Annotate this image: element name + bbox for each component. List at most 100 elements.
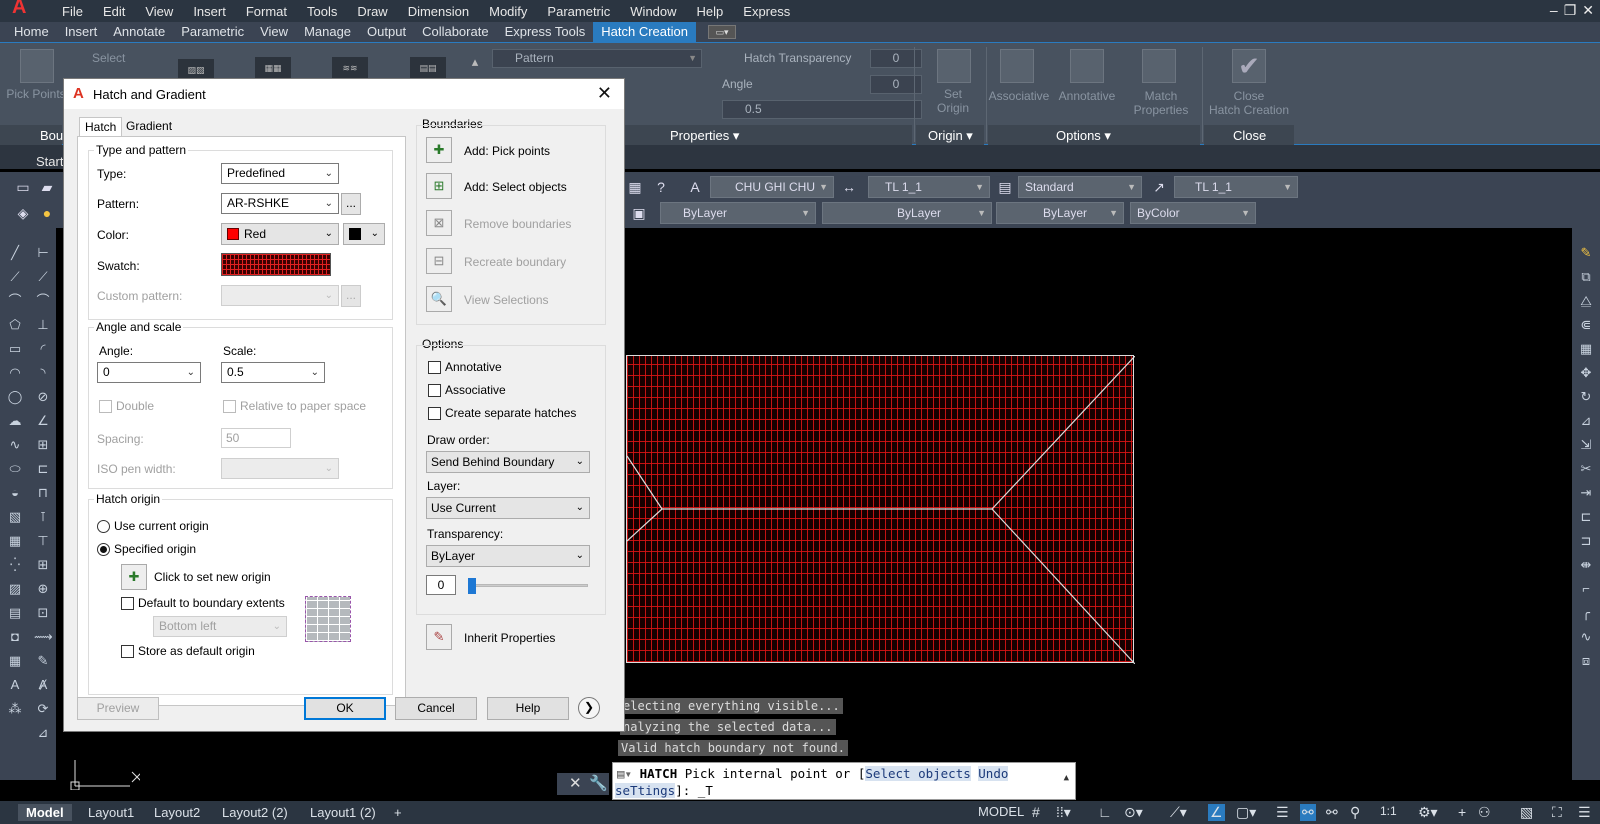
dim-style-icon[interactable]: ↔	[840, 178, 858, 196]
transparency-slider-track[interactable]	[468, 584, 588, 587]
associative-checkbox[interactable]	[428, 384, 441, 397]
scale-combo[interactable]: 0.5 ⌄	[221, 362, 325, 383]
menu-edit[interactable]: Edit	[93, 4, 135, 19]
double-checkbox[interactable]	[99, 400, 112, 413]
close-icon[interactable]: ✕	[1582, 2, 1594, 19]
move-icon[interactable]: ✥	[1577, 364, 1595, 382]
background-color-combo[interactable]: ⌄	[343, 223, 385, 245]
scale-icon[interactable]: ⊿	[1577, 412, 1595, 430]
annotation-scale-icon[interactable]: ⚲	[1350, 804, 1360, 821]
view-selections-label[interactable]: View Selections	[464, 293, 549, 307]
mleader-style-combo[interactable]: TL 1_1 ▼	[1174, 176, 1298, 198]
calculator-icon[interactable]: ▦	[626, 178, 644, 196]
relative-paper-checkbox[interactable]	[223, 400, 236, 413]
set-new-origin-button[interactable]: ✚	[121, 564, 147, 590]
tab-gradient[interactable]: Gradient	[121, 117, 177, 137]
color-combo[interactable]: ByLayer ▼	[660, 202, 816, 224]
cloud-icon[interactable]: ☁	[6, 412, 24, 430]
table-style-icon[interactable]: ▤	[996, 178, 1014, 196]
add-select-objects-label[interactable]: Add: Select objects	[464, 180, 567, 194]
join-icon[interactable]: ⇼	[1577, 556, 1595, 574]
table-style-combo[interactable]: Standard ▼	[1018, 176, 1142, 198]
tab-hatch[interactable]: Hatch	[79, 117, 123, 137]
polar-icon[interactable]: ⊙▾	[1124, 804, 1143, 821]
arc-icon[interactable]: ⌒	[6, 292, 24, 310]
file-tab-start[interactable]: Start	[36, 154, 63, 169]
pattern-thumb-3[interactable]: ≋≋	[332, 57, 368, 79]
menu-dimension[interactable]: Dimension	[398, 4, 479, 19]
mtext-icon[interactable]: A	[6, 676, 24, 694]
point-icon[interactable]: ⁛	[6, 556, 24, 574]
trim-icon[interactable]: ✂	[1577, 460, 1595, 478]
option-undo[interactable]: Undo	[978, 766, 1009, 781]
iso-pen-width-combo[interactable]: ⌄	[221, 458, 339, 479]
fullscreen-icon[interactable]: ⛶	[1552, 804, 1562, 821]
type-combo[interactable]: Predefined ⌄	[221, 163, 339, 184]
tab-collaborate[interactable]: Collaborate	[414, 22, 497, 42]
dim-text-edit-icon[interactable]: Ⱥ	[34, 676, 52, 694]
dim-diameter-icon[interactable]: ⊘	[34, 388, 52, 406]
restore-icon[interactable]: ❐	[1564, 2, 1577, 19]
command-recent-icon[interactable]: ▤▾	[617, 766, 632, 781]
fillet-icon[interactable]: ╭	[1577, 604, 1595, 622]
rotate-icon[interactable]: ↻	[1577, 388, 1595, 406]
copy-icon[interactable]: ⧉	[1577, 268, 1595, 286]
tab-output[interactable]: Output	[359, 22, 414, 42]
transparency-slider-thumb[interactable]	[468, 578, 476, 594]
array-icon[interactable]: ▦	[1577, 340, 1595, 358]
help-button[interactable]: Help	[487, 697, 569, 720]
set-origin-label[interactable]: Set Origin	[928, 87, 978, 115]
explode-icon[interactable]: ⧈	[1577, 652, 1595, 670]
help-icon[interactable]: ?	[652, 178, 670, 196]
mirror-icon[interactable]: ⧋	[1577, 292, 1595, 310]
break-icon[interactable]: ⊐	[1577, 532, 1595, 550]
remove-boundaries-label[interactable]: Remove boundaries	[464, 217, 571, 231]
ortho-icon[interactable]: ∟	[1098, 804, 1112, 820]
tab-home[interactable]: Home	[6, 22, 57, 42]
associative-label[interactable]: Associative	[986, 89, 1052, 103]
stretch-icon[interactable]: ⇲	[1577, 436, 1595, 454]
add-selected-icon[interactable]: ⁂	[6, 700, 24, 718]
annotative-checkbox[interactable]	[428, 361, 441, 374]
mleader-style-icon[interactable]: ↗	[1150, 178, 1168, 196]
annotation-visibility-icon[interactable]: ⚯	[1300, 804, 1316, 821]
grid-icon[interactable]: #	[1032, 804, 1040, 820]
isodraft-icon[interactable]: ⟋▾	[1170, 804, 1187, 821]
hatch-icon[interactable]: ▨	[6, 580, 24, 598]
dim-linear-icon[interactable]: ⊢	[34, 244, 52, 262]
dim-inspect-icon[interactable]: ⊡	[34, 604, 52, 622]
lineweight-icon[interactable]: ☰	[1276, 804, 1289, 821]
pattern-type-combo[interactable]: Pattern ▼	[492, 49, 702, 68]
model-space-button[interactable]: MODEL	[978, 804, 1024, 819]
text-style-combo[interactable]: CHU GHI CHU ▼	[710, 176, 834, 198]
osnap-tracking-icon[interactable]: ∠	[1208, 804, 1225, 821]
specified-origin-radio[interactable]	[97, 543, 110, 556]
annotative-icon[interactable]	[1070, 49, 1104, 83]
menu-tools[interactable]: Tools	[297, 4, 347, 19]
dim-update-icon[interactable]: ⟳	[34, 700, 52, 718]
layout-tab-layout2-2[interactable]: Layout2 (2)	[214, 804, 296, 821]
menu-modify[interactable]: Modify	[479, 4, 537, 19]
store-default-checkbox[interactable]	[121, 645, 134, 658]
menu-file[interactable]: File	[52, 4, 93, 19]
menu-parametric[interactable]: Parametric	[537, 4, 620, 19]
open-folder-icon[interactable]: ▰	[38, 178, 56, 196]
use-current-origin-radio[interactable]	[97, 520, 110, 533]
origin-panel-title[interactable]: Origin ▾	[928, 128, 973, 144]
dim-jogged-icon[interactable]: ◝	[34, 364, 52, 382]
preview-button[interactable]: Preview	[77, 697, 159, 720]
menu-insert[interactable]: Insert	[183, 4, 236, 19]
tab-insert[interactable]: Insert	[57, 22, 106, 42]
option-settings[interactable]: seTtings	[615, 783, 676, 798]
match-properties-icon[interactable]	[1142, 49, 1176, 83]
pattern-browse-button[interactable]: ...	[341, 193, 361, 215]
inherit-properties-label[interactable]: Inherit Properties	[464, 631, 555, 645]
options-panel-title[interactable]: Options ▾	[1056, 128, 1111, 144]
tab-manage[interactable]: Manage	[296, 22, 359, 42]
tab-annotate[interactable]: Annotate	[105, 22, 173, 42]
gradient-icon[interactable]: ▤	[6, 604, 24, 622]
pattern-gallery-scroll-icon[interactable]: ▴	[466, 53, 484, 71]
layout-tab-layout2[interactable]: Layout2	[146, 804, 208, 821]
rectangle-icon[interactable]: ▭	[6, 340, 24, 358]
select-label[interactable]: Select	[92, 51, 125, 65]
